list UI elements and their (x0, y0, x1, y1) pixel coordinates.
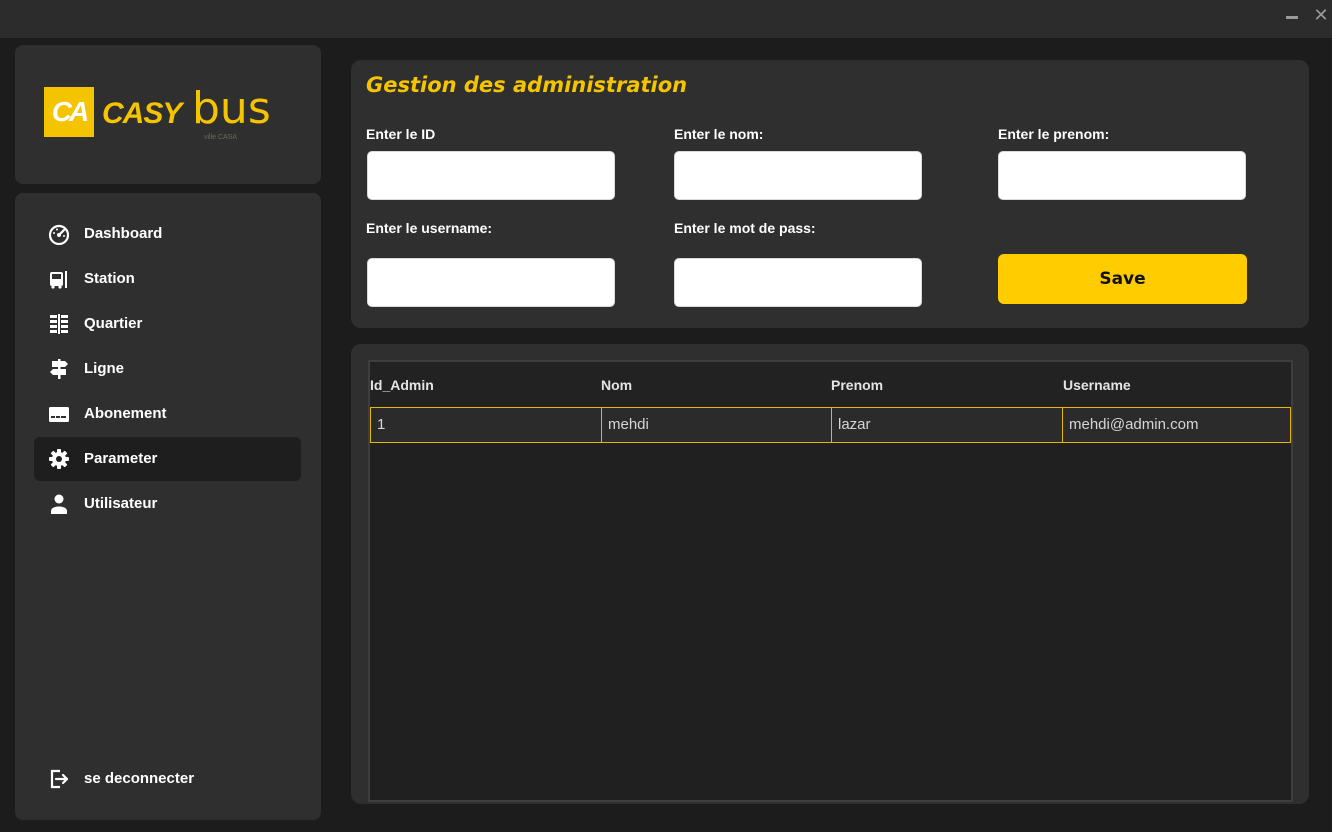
username-field[interactable] (367, 258, 615, 307)
password-label: Enter le mot de pass: (674, 220, 816, 236)
logo-tagline: ville CASA (204, 134, 238, 141)
sidebar-item-label: Parameter (84, 450, 158, 467)
prenom-field[interactable] (998, 151, 1246, 200)
card-icon (49, 407, 69, 422)
sidebar-item-label: Quartier (84, 315, 143, 332)
sidebar-item-label: Ligne (84, 360, 124, 377)
table-header: Id_Admin Nom Prenom Username (370, 362, 1291, 407)
sidebar-item-label: Utilisateur (84, 495, 158, 512)
sidebar-item-utilisateur[interactable]: Utilisateur (34, 482, 301, 526)
district-icon (50, 314, 68, 334)
logo-brand-casy: CASY (102, 97, 182, 130)
sidebar-item-dashboard[interactable]: Dashboard (34, 212, 301, 256)
window-titlebar (0, 0, 1332, 38)
username-label: Enter le username: (366, 220, 493, 236)
cell-nom: mehdi (601, 408, 831, 442)
signpost-icon (50, 359, 68, 379)
cell-username: mehdi@admin.com (1062, 408, 1290, 442)
sidebar-item-station[interactable]: Station (34, 257, 301, 301)
admin-table: Id_Admin Nom Prenom Username 1 mehdi laz… (368, 360, 1293, 802)
prenom-label: Enter le prenom: (998, 126, 1110, 142)
user-icon (51, 494, 67, 514)
column-header-prenom[interactable]: Prenom (831, 377, 883, 393)
sidebar-item-label: Abonement (84, 405, 167, 422)
sidebar-item-parameter[interactable]: Parameter (34, 437, 301, 481)
logout-icon (50, 769, 69, 789)
close-button[interactable]: ✕ (1310, 4, 1332, 26)
id-label: Enter le ID (366, 126, 436, 142)
id-field[interactable] (367, 151, 615, 200)
column-header-nom[interactable]: Nom (601, 377, 632, 393)
column-header-id[interactable]: Id_Admin (370, 377, 434, 393)
dashboard-gauge-icon (48, 224, 70, 245)
sidebar-item-ligne[interactable]: Ligne (34, 347, 301, 391)
casybus-logo: CA CASY bus ville CASA (44, 87, 274, 147)
password-field[interactable] (674, 258, 922, 307)
table-row[interactable]: 1 mehdi lazar mehdi@admin.com (370, 407, 1291, 443)
minimize-button[interactable] (1281, 4, 1303, 26)
sidebar-item-abonement[interactable]: Abonement (34, 392, 301, 436)
logo-brand-bus: bus (192, 83, 271, 134)
page-title: Gestion des administration (366, 73, 688, 97)
logout-button[interactable]: se deconnecter (34, 757, 301, 801)
nom-label: Enter le nom: (674, 126, 764, 142)
cell-prenom: lazar (831, 408, 1062, 442)
sidebar-item-label: Dashboard (84, 225, 163, 242)
gear-icon (49, 449, 69, 469)
logout-label: se deconnecter (84, 770, 195, 787)
column-header-username[interactable]: Username (1063, 377, 1131, 393)
sidebar-item-label: Station (84, 270, 135, 287)
logo-mark: CA (44, 87, 94, 137)
nom-field[interactable] (674, 151, 922, 200)
save-button[interactable]: Save (998, 254, 1247, 304)
bus-station-icon (50, 271, 67, 289)
sidebar-item-quartier[interactable]: Quartier (34, 302, 301, 346)
cell-id: 1 (377, 416, 386, 433)
